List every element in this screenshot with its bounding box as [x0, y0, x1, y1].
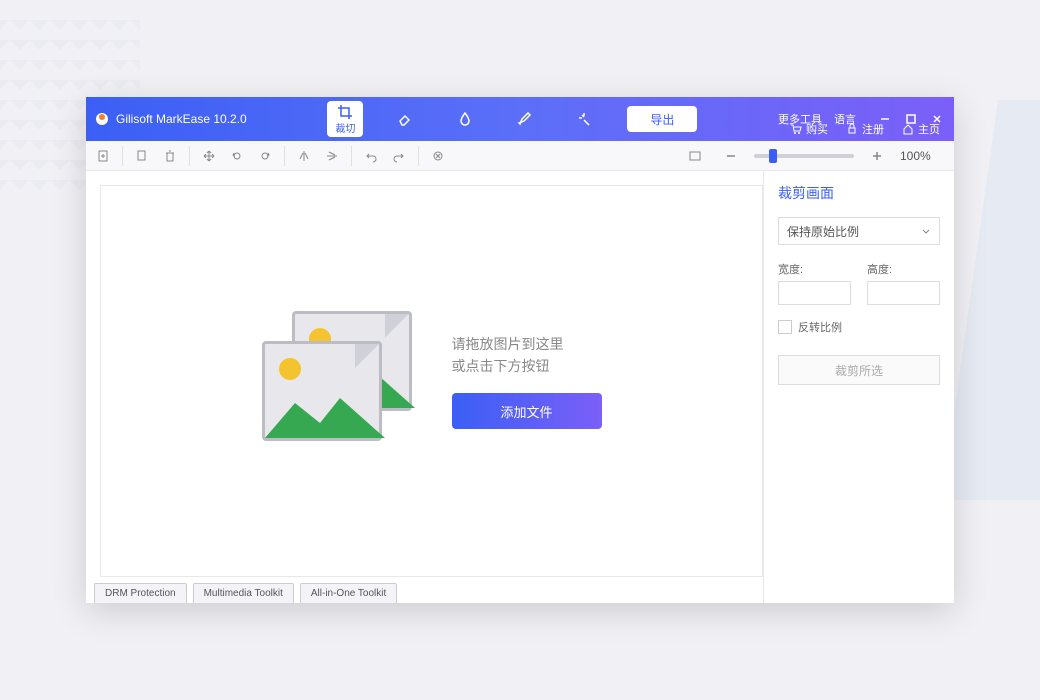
blur-tool-button[interactable]: [447, 101, 483, 137]
invert-label: 反转比例: [798, 319, 842, 335]
delete-button[interactable]: [157, 143, 183, 169]
copy-button[interactable]: [129, 143, 155, 169]
export-label: 导出: [650, 111, 674, 128]
zoom-slider[interactable]: [754, 154, 854, 158]
image-placeholder-icon: [262, 311, 422, 451]
dropzone-line1: 请拖放图片到这里: [452, 333, 602, 355]
aspect-ratio-select[interactable]: 保持原始比例: [778, 217, 940, 245]
home-link[interactable]: 主页: [902, 121, 940, 137]
fit-button[interactable]: [682, 143, 708, 169]
app-title: Gilisoft MarkEase 10.2.0: [116, 112, 247, 126]
secondary-toolbar: 100%: [86, 141, 954, 171]
main-tools: 裁切 导出: [247, 101, 778, 137]
flip-h-button[interactable]: [291, 143, 317, 169]
flip-v-button[interactable]: [319, 143, 345, 169]
move-button[interactable]: [196, 143, 222, 169]
height-label: 高度:: [867, 261, 940, 277]
add-file-button[interactable]: 添加文件: [452, 393, 602, 429]
chevron-down-icon: [921, 226, 931, 236]
app-logo-icon: [94, 111, 110, 127]
brush-tool-button[interactable]: [507, 101, 543, 137]
clear-button[interactable]: [425, 143, 451, 169]
crop-selected-button[interactable]: 裁剪所选: [778, 355, 940, 385]
zoom-slider-thumb[interactable]: [769, 149, 777, 163]
rotate-left-button[interactable]: [224, 143, 250, 169]
redo-button[interactable]: [386, 143, 412, 169]
dropzone-line2: 或点击下方按钮: [452, 355, 602, 377]
tab-drm[interactable]: DRM Protection: [94, 583, 187, 603]
panel-title: 裁剪画面: [778, 183, 940, 203]
width-input[interactable]: [778, 281, 851, 305]
bottom-tabs: DRM Protection Multimedia Toolkit All-in…: [86, 577, 763, 603]
crop-tool-label: 裁切: [335, 120, 355, 135]
lock-icon: [846, 123, 858, 135]
cart-icon: [790, 123, 802, 135]
app-body: 请拖放图片到这里 或点击下方按钮 添加文件 DRM Protection Mul…: [86, 171, 954, 603]
canvas-area: 请拖放图片到这里 或点击下方按钮 添加文件 DRM Protection Mul…: [86, 171, 764, 603]
home-icon: [902, 123, 914, 135]
rotate-right-button[interactable]: [252, 143, 278, 169]
buy-link[interactable]: 购买: [790, 121, 828, 137]
zoom-in-button[interactable]: [864, 143, 890, 169]
crop-panel: 裁剪画面 保持原始比例 宽度: 高度: 反转比例 裁剪所选: [764, 171, 954, 603]
wand-tool-button[interactable]: [567, 101, 603, 137]
height-input[interactable]: [867, 281, 940, 305]
undo-button[interactable]: [358, 143, 384, 169]
eraser-tool-button[interactable]: [387, 101, 423, 137]
zoom-value: 100%: [900, 149, 938, 163]
register-link[interactable]: 注册: [846, 121, 884, 137]
zoom-out-button[interactable]: [718, 143, 744, 169]
invert-ratio-checkbox[interactable]: 反转比例: [778, 319, 940, 335]
zoom-controls: 100%: [682, 143, 950, 169]
tab-multimedia[interactable]: Multimedia Toolkit: [193, 583, 294, 603]
aspect-ratio-value: 保持原始比例: [787, 223, 859, 240]
canvas-dropzone[interactable]: 请拖放图片到这里 或点击下方按钮 添加文件: [100, 185, 763, 577]
header-action-links: 购买 注册 主页: [790, 121, 940, 137]
width-label: 宽度:: [778, 261, 851, 277]
export-button[interactable]: 导出: [627, 106, 697, 132]
dropzone-text: 请拖放图片到这里 或点击下方按钮 添加文件: [452, 333, 602, 430]
crop-tool-button[interactable]: 裁切: [327, 101, 363, 137]
checkbox-icon: [778, 320, 792, 334]
tab-allinone[interactable]: All-in-One Toolkit: [300, 583, 397, 603]
app-window: Gilisoft MarkEase 10.2.0 裁切 导出 更: [86, 97, 954, 603]
new-file-button[interactable]: [90, 143, 116, 169]
dimensions: 宽度: 高度:: [778, 261, 940, 305]
